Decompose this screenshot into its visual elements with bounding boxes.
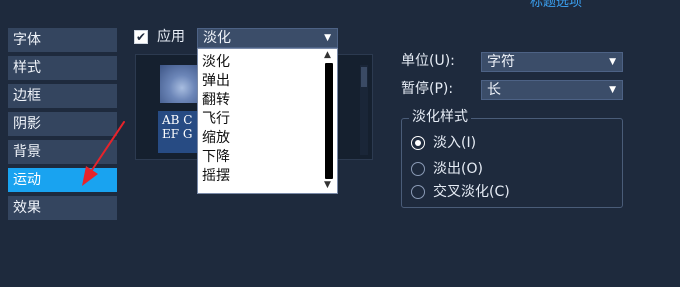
scroll-up-icon[interactable]: ▲ [324,50,331,60]
chevron-down-icon: ▼ [609,85,616,95]
fade-style-title: 淡化样式 [409,108,471,126]
dropdown-option[interactable]: 下降 [202,148,230,166]
chevron-down-icon: ▼ [324,33,331,43]
scroll-down-icon[interactable]: ▼ [324,180,331,190]
sidebar-item-font[interactable]: 字体 [8,28,117,52]
pause-select-value: 长 [487,82,501,98]
preview-scroll-thumb[interactable] [361,67,367,87]
dropdown-scrollbar[interactable]: ▲ ▼ [322,49,337,193]
sidebar-item-style[interactable]: 样式 [8,56,117,80]
annotation-arrow-icon [82,121,125,186]
unit-select[interactable]: 字符 ▼ [481,52,623,72]
dropdown-option[interactable]: 翻转 [202,91,230,109]
fade-in-label[interactable]: 淡入(I) [433,134,476,152]
pause-label: 暂停(P): [401,81,454,97]
effect-select[interactable]: 淡化 ▼ [197,28,338,48]
dropdown-option[interactable]: 弹出 [202,72,230,90]
effect-select-value: 淡化 [203,30,231,46]
apply-label: 应用 [157,29,185,45]
fade-out-radio[interactable] [411,162,425,176]
dropdown-option[interactable]: 摇摆 [202,167,230,185]
sidebar-item-effect[interactable]: 效果 [8,196,117,220]
dropdown-option[interactable]: 飞行 [202,110,230,128]
fade-out-label[interactable]: 淡出(O) [433,160,483,178]
chevron-down-icon: ▼ [609,57,616,67]
preview-scrollbar[interactable] [360,65,368,155]
dropdown-option[interactable]: 缩放 [202,129,230,147]
cross-fade-label[interactable]: 交叉淡化(C) [433,183,510,201]
dropdown-option[interactable]: 淡化 [202,53,230,71]
window-title: 标题选项 [530,0,583,10]
apply-checkbox[interactable]: ✔ [134,30,148,44]
unit-label: 单位(U): [401,53,455,69]
cross-fade-radio[interactable] [411,185,425,199]
effect-dropdown-list: 淡化 弹出 翻转 飞行 缩放 下降 摇摆 ▲ ▼ [197,48,338,194]
unit-select-value: 字符 [487,54,515,70]
sidebar-item-border[interactable]: 边框 [8,84,117,108]
dropdown-scroll-thumb[interactable] [325,63,333,179]
pause-select[interactable]: 长 ▼ [481,80,623,100]
fade-in-radio[interactable] [411,136,425,150]
